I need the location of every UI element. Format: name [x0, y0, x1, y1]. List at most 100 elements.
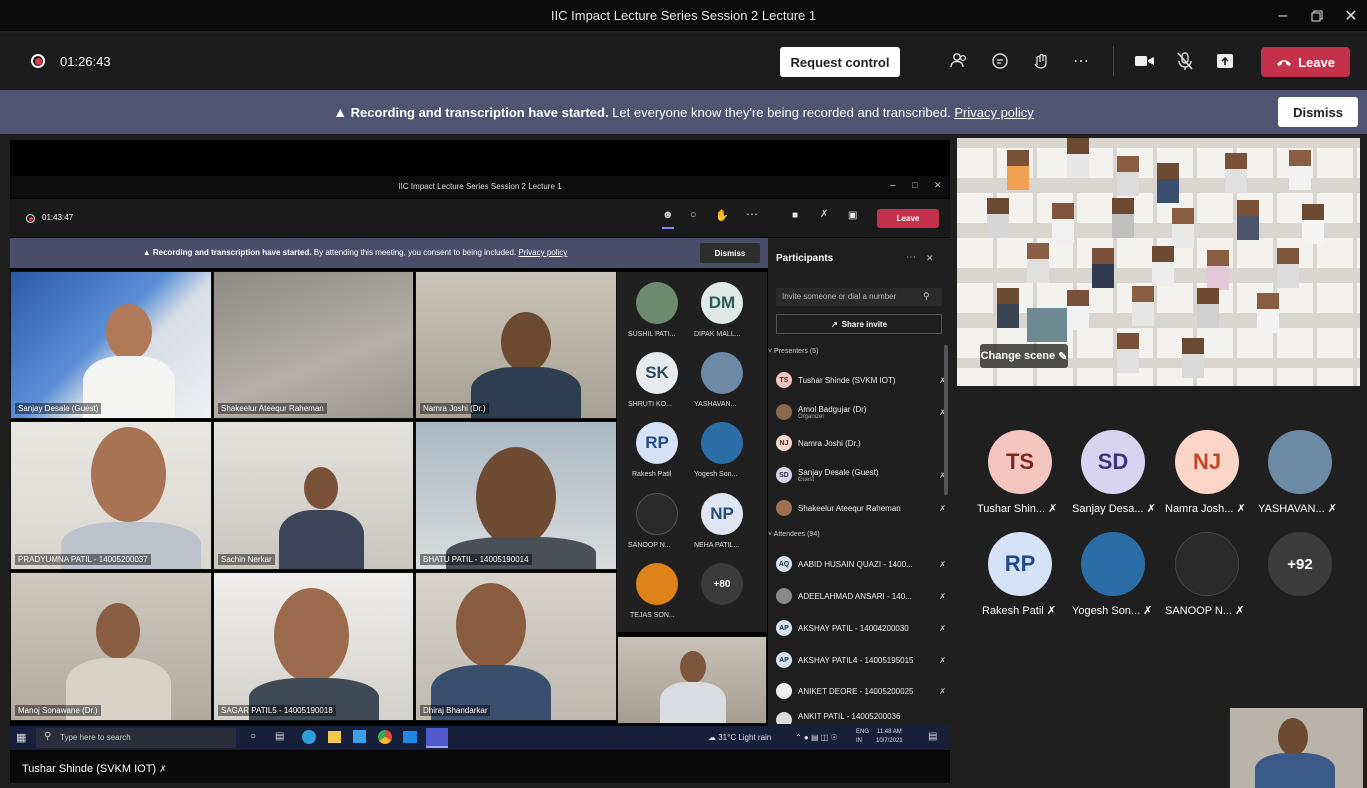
participants-icon[interactable] [946, 48, 972, 74]
taskbar-search: Type here to search [36, 728, 236, 748]
avatar [701, 352, 743, 394]
list-item: ANKIT PATIL - 14005200036 [776, 712, 946, 724]
request-control-button[interactable]: Request control [780, 47, 900, 77]
avatar: AP [776, 620, 792, 636]
participant-name: AKSHAY PATIL - 14004200030 [798, 623, 909, 633]
inner-title-bar: IIC Impact Lecture Series Session 2 Lect… [10, 176, 950, 198]
recording-banner-text: ▲ Recording and transcription have start… [0, 104, 1367, 120]
participant-name: AKSHAY PATIL4 - 14005195015 [798, 655, 914, 665]
change-scene-button[interactable]: Change scene ✎ [980, 344, 1068, 368]
participant-name: ADEELAHMAD ANSARI - 140... [798, 591, 912, 601]
avatar-name: Tushar Shin... [977, 503, 1046, 515]
avatar: SK [636, 352, 678, 394]
restore-icon[interactable] [1302, 4, 1332, 28]
avatar: TS [776, 372, 792, 388]
video-tile: Sachin Nerkar [213, 421, 414, 570]
mic-muted-icon: ✗ [939, 559, 946, 569]
avatar [776, 588, 792, 604]
mic-muted-icon: ✗ [939, 591, 946, 601]
tile-name: Sachin Nerkar [218, 554, 275, 565]
share-invite-label: Share invite [841, 319, 888, 329]
avatar-label: DIPAK MALL... [694, 331, 741, 338]
avatar-label: Rakesh Patil ✗ [982, 604, 1056, 617]
participant-role: Organizer [798, 413, 825, 420]
task-view-icon: ▤ [275, 731, 285, 742]
participants-header: Participants [776, 253, 834, 264]
warning-icon: ▲ [333, 104, 348, 120]
minimize-icon[interactable]: – [1268, 4, 1298, 28]
inner-close-icon: ✕ [934, 180, 942, 190]
avatar-label: Yogesh Son... ✗ [1072, 604, 1152, 617]
avatar-label: YASHAVAN... ✗ [1258, 502, 1337, 515]
self-view-video [1230, 708, 1363, 788]
inner-share-icon: ▣ [848, 210, 858, 221]
avatar-name: Yogesh Son... [1072, 605, 1141, 617]
avatar-name: YASHAVAN... [1258, 503, 1325, 515]
avatar [776, 683, 792, 699]
dismiss-button[interactable]: Dismiss [1278, 97, 1358, 127]
attendee-video [1117, 333, 1139, 373]
mic-muted-icon: ✗ [1046, 605, 1057, 617]
avatar-name: SANOOP N... [1165, 605, 1233, 617]
avatar-sanoop [1175, 532, 1239, 596]
windows-taskbar: ▦ Type here to search ⚲ ○ ▤ ☁ 31°C Light… [10, 726, 950, 750]
language-label: ENG [856, 729, 870, 735]
presenter-name-bar: Tushar Shinde (SVKM IOT) ✗ [10, 751, 950, 783]
privacy-policy-link[interactable]: Privacy policy [954, 105, 1033, 120]
video-tile: Shakeelur Ateequr Raheman [213, 271, 414, 419]
tile-name: BHATU PATIL - 14005190014 [420, 554, 532, 565]
tray-icons: ⌃ ● ▤ ◫ ☉ [795, 733, 838, 742]
avatar-name: Namra Josh... [1165, 503, 1234, 515]
attendee-video [1092, 248, 1114, 288]
search-icon: ⚲ [923, 291, 930, 301]
share-invite-button: ↗ Share invite [776, 314, 942, 334]
share-icon: ↗ [830, 319, 838, 329]
inner-toolbar: 01:43:47 ☻ ○ ✋ ⋯ ■ ✗ ▣ Leave [10, 199, 950, 237]
meeting-toolbar: 01:26:43 Request control [0, 33, 1367, 89]
inner-restore-icon: □ [912, 180, 918, 190]
mic-muted-icon: ✗ [1048, 503, 1058, 515]
video-tile: Dhiraj Bhandarkar [415, 572, 617, 721]
close-icon[interactable]: ✕ [1336, 4, 1366, 28]
more-participants-button[interactable]: +92 [1268, 532, 1332, 596]
recording-banner: ▲ Recording and transcription have start… [0, 90, 1367, 134]
attendee-video [1067, 138, 1089, 178]
inner-banner-bold: Recording and transcription have started… [152, 248, 312, 257]
participant-name: Namra Joshi (Dr.) [798, 438, 861, 448]
video-tile: PRADYUMNA PATIL - 14005200037 [10, 421, 212, 570]
camera-icon[interactable] [1132, 48, 1158, 74]
attendees-header: ˅ Attendees (94) [768, 531, 820, 538]
mic-muted-icon[interactable] [1172, 48, 1198, 74]
leave-button[interactable]: Leave [1261, 47, 1350, 77]
presenters-header: ˅ Presenters (5) [768, 348, 819, 355]
tile-name: Manoj Sonawane (Dr.) [15, 705, 101, 716]
list-item: ANIKET DEORE - 14005200025 ✗ [776, 681, 946, 701]
chat-icon[interactable] [987, 48, 1013, 74]
tile-name: SAGAR PATIL5 - 14005190018 [218, 705, 336, 716]
avatar-sd: SD [1081, 430, 1145, 494]
more-options-icon[interactable]: ⋯ [1068, 48, 1094, 74]
participant-name: Amol Badgujar (Dr) [798, 404, 867, 414]
mic-muted-icon: ✗ [939, 503, 946, 513]
list-item: ADEELAHMAD ANSARI - 140... ✗ [776, 586, 946, 606]
video-tile: BHATU PATIL - 14005190014 [415, 421, 617, 570]
avatar-ts: TS [988, 430, 1052, 494]
panel-close-icon: ✕ [926, 253, 934, 263]
inner-camera-icon: ■ [792, 210, 799, 221]
weather-text: ☁ 31°C Light rain [708, 733, 772, 742]
panel-more-icon: ⋯ [906, 252, 916, 263]
participant-role: Guest [798, 476, 815, 483]
inner-warning-icon: ▲ [142, 248, 151, 257]
attendee-video [1067, 290, 1089, 330]
list-item: Amol Badgujar (Dr) Organizer ✗ [776, 402, 946, 422]
mic-muted-icon: ✗ [939, 655, 946, 665]
inner-participants-icon: ☻ [662, 209, 674, 229]
attendee-video [1132, 286, 1154, 326]
avatar [636, 493, 678, 535]
avatar [776, 712, 792, 724]
avatar: AP [776, 652, 792, 668]
inner-privacy-link: Privacy policy [518, 248, 568, 257]
inner-chat-icon: ○ [690, 209, 697, 221]
reactions-icon[interactable] [1028, 48, 1054, 74]
share-tray-icon[interactable] [1212, 48, 1238, 74]
